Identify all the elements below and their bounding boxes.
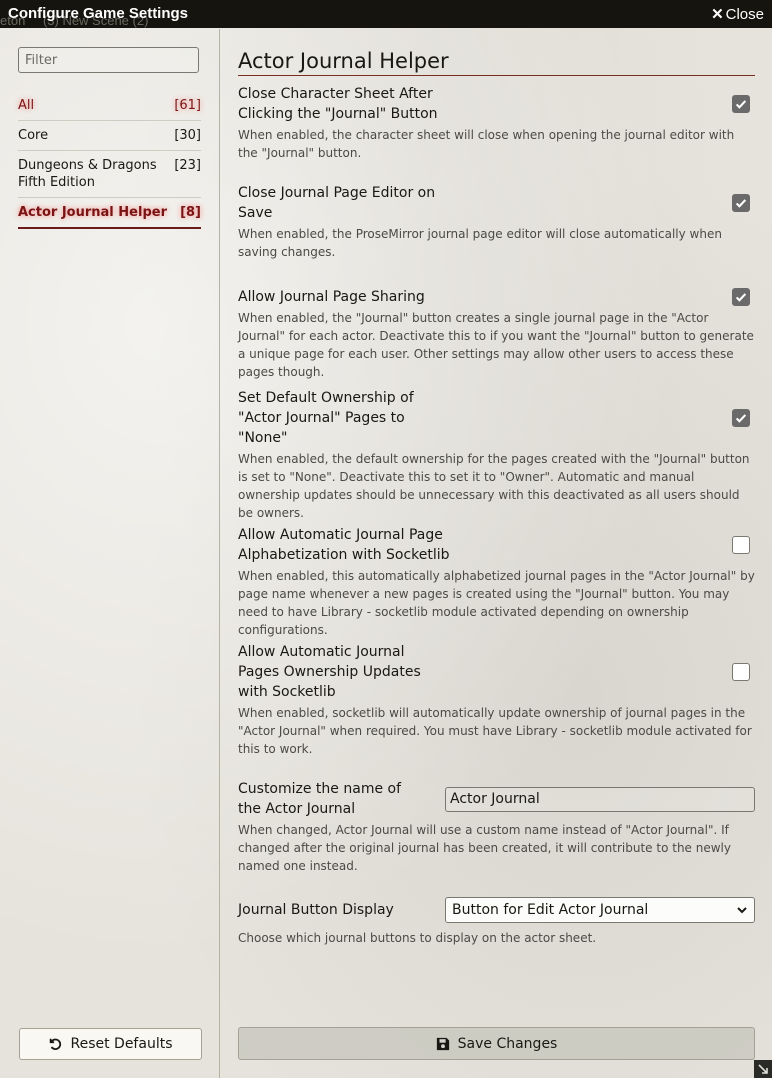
section-heading: Actor Journal Helper	[238, 47, 755, 76]
chevron-down-icon	[737, 907, 747, 914]
setting-label: Customize the name of the Actor Journal	[238, 781, 402, 817]
setting-ownership-updates: Allow Automatic Journal Pages Ownership …	[238, 642, 755, 758]
setting-label: Allow Automatic Journal Pages Ownership …	[238, 644, 421, 700]
journal-name-input[interactable]	[445, 786, 755, 812]
category-actor-journal-helper[interactable]: Actor Journal Helper [8]	[18, 198, 201, 229]
filter-input[interactable]	[18, 47, 199, 73]
save-icon	[436, 1037, 449, 1050]
checkmark-icon	[735, 414, 747, 423]
setting-hint: When enabled, socketlib will automatical…	[238, 706, 752, 756]
setting-hint: When enabled, the "Journal" button creat…	[238, 311, 754, 379]
default-ownership-checkbox[interactable]	[732, 409, 750, 427]
save-changes-button[interactable]: Save Changes	[238, 1027, 755, 1060]
checkmark-icon	[735, 100, 747, 109]
setting-journal-name: Customize the name of the Actor Journal …	[238, 779, 755, 875]
settings-window: eton (3) New Scene (2) Configure Game Se…	[0, 0, 772, 1078]
setting-hint: Choose which journal buttons to display …	[238, 931, 597, 945]
setting-label: Allow Journal Page Sharing	[238, 289, 425, 305]
setting-label: Close Journal Page Editor on Save	[238, 185, 436, 221]
setting-journal-page-sharing: Allow Journal Page Sharing When enabled,…	[238, 287, 755, 381]
setting-hint: When enabled, the character sheet will c…	[238, 128, 735, 160]
setting-hint: When changed, Actor Journal will use a c…	[238, 823, 731, 873]
close-editor-checkbox[interactable]	[732, 194, 750, 212]
category-name: Core	[18, 128, 49, 143]
setting-close-character-sheet: Close Character Sheet After Clicking the…	[238, 84, 755, 162]
category-sidebar: All [61] Core [30] Dungeons & Dragons Fi…	[0, 29, 220, 1078]
category-count: [30]	[174, 128, 201, 143]
ownership-updates-checkbox[interactable]	[732, 663, 750, 681]
category-all[interactable]: All [61]	[18, 91, 201, 121]
select-value: Button for Edit Actor Journal	[452, 902, 649, 918]
close-sheet-checkbox[interactable]	[732, 95, 750, 113]
page-sharing-checkbox[interactable]	[732, 288, 750, 306]
setting-label: Allow Automatic Journal Page Alphabetiza…	[238, 527, 450, 563]
reset-label: Reset Defaults	[70, 1036, 173, 1052]
checkmark-icon	[735, 199, 747, 208]
resize-icon	[758, 1064, 768, 1074]
category-name: Actor Journal Helper	[18, 205, 167, 220]
category-name: Dungeons & Dragons Fifth Edition	[18, 158, 157, 190]
category-name: All	[18, 98, 35, 113]
close-button[interactable]: ✕ Close	[711, 5, 764, 23]
settings-panel: Actor Journal Helper Close Character She…	[238, 29, 755, 1078]
setting-close-journal-editor: Close Journal Page Editor on Save When e…	[238, 183, 755, 261]
setting-label: Set Default Ownership of "Actor Journal"…	[238, 390, 414, 446]
resize-handle[interactable]	[754, 1060, 772, 1078]
setting-hint: When enabled, the ProseMirror journal pa…	[238, 227, 722, 259]
undo-icon	[50, 1038, 62, 1050]
category-count: [61]	[174, 98, 201, 113]
save-label: Save Changes	[457, 1035, 558, 1052]
window-title: Configure Game Settings	[8, 5, 189, 22]
category-count: [8]	[180, 205, 201, 220]
setting-label: Close Character Sheet After Clicking the…	[238, 86, 438, 122]
setting-label: Journal Button Display	[238, 902, 394, 918]
alphabetization-checkbox[interactable]	[732, 536, 750, 554]
setting-hint: When enabled, the default ownership for …	[238, 452, 750, 520]
setting-alphabetization: Allow Automatic Journal Page Alphabetiza…	[238, 525, 755, 639]
category-list: All [61] Core [30] Dungeons & Dragons Fi…	[18, 91, 201, 229]
setting-default-ownership: Set Default Ownership of "Actor Journal"…	[238, 388, 755, 522]
close-icon: ✕	[711, 6, 724, 23]
close-label: Close	[725, 6, 764, 23]
category-core[interactable]: Core [30]	[18, 121, 201, 151]
reset-defaults-button[interactable]: Reset Defaults	[19, 1028, 202, 1060]
setting-button-display: Journal Button Display Button for Edit A…	[238, 897, 755, 947]
button-display-select[interactable]: Button for Edit Actor Journal	[445, 897, 755, 923]
checkmark-icon	[735, 293, 747, 302]
category-dnd5e[interactable]: Dungeons & Dragons Fifth Edition [23]	[18, 151, 201, 198]
window-header[interactable]: eton (3) New Scene (2) Configure Game Se…	[0, 0, 772, 28]
setting-hint: When enabled, this automatically alphabe…	[238, 569, 755, 637]
category-count: [23]	[174, 158, 201, 173]
